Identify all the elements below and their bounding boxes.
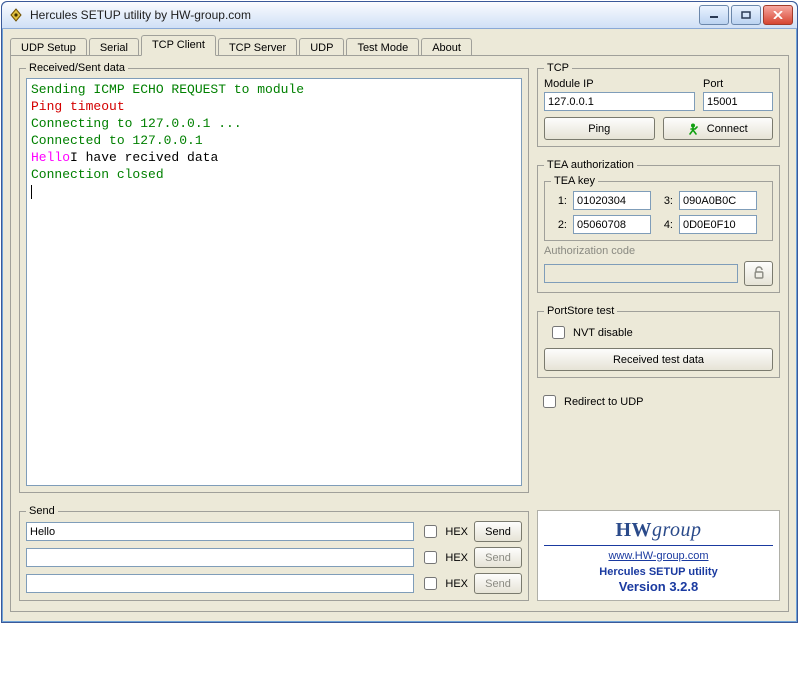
auth-lock-button[interactable] (744, 261, 773, 286)
tab-tcp-client[interactable]: TCP Client (141, 35, 216, 56)
tea-k3-input[interactable] (679, 191, 757, 210)
redirect-udp-checkbox[interactable]: Redirect to UDP (539, 392, 643, 411)
tcp-group: TCP Module IP Port Pi (537, 62, 780, 147)
tcp-legend: TCP (544, 62, 572, 74)
send-hex-checkbox-3[interactable]: HEX (420, 574, 468, 593)
app-window: Hercules SETUP utility by HW-group.com U… (1, 1, 798, 623)
send-group: Send HEX Send HEX Send HEX Send (19, 505, 529, 601)
tea-k3-label: 3: (657, 195, 673, 207)
send-input-2[interactable] (26, 548, 414, 567)
module-ip-label: Module IP (544, 78, 695, 90)
send-hex-checkbox-1[interactable]: HEX (420, 522, 468, 541)
tea-legend: TEA authorization (544, 159, 637, 171)
send-button-3: Send (474, 573, 522, 594)
brand-panel[interactable]: HWgroup www.HW-group.com Hercules SETUP … (537, 510, 780, 601)
tea-k4-label: 4: (657, 219, 673, 231)
terminal-output[interactable]: Sending ICMP ECHO REQUEST to modulePing … (26, 78, 522, 486)
tea-key-group: TEA key 1: 3: 2: 4: (544, 175, 773, 241)
send-row: HEX Send (26, 573, 522, 594)
brand-url[interactable]: www.HW-group.com (544, 549, 773, 563)
send-row: HEX Send (26, 521, 522, 542)
send-input-1[interactable] (26, 522, 414, 541)
close-button[interactable] (763, 5, 793, 25)
send-hex-input-1[interactable] (424, 525, 437, 538)
portstore-group: PortStore test NVT disable Received test… (537, 305, 780, 378)
received-group: Received/Sent data Sending ICMP ECHO REQ… (19, 62, 529, 493)
redirect-udp-input[interactable] (543, 395, 556, 408)
auth-code-label: Authorization code (544, 245, 635, 257)
send-legend: Send (26, 505, 58, 517)
nvt-disable-input[interactable] (552, 326, 565, 339)
send-input-3[interactable] (26, 574, 414, 593)
window-title: Hercules SETUP utility by HW-group.com (30, 8, 699, 22)
tea-k2-label: 2: (551, 219, 567, 231)
tab-content: Received/Sent data Sending ICMP ECHO REQ… (10, 55, 789, 612)
received-legend: Received/Sent data (26, 62, 128, 74)
send-hex-checkbox-2[interactable]: HEX (420, 548, 468, 567)
app-icon (8, 7, 24, 23)
brand-logo: HWgroup (544, 517, 773, 543)
send-row: HEX Send (26, 547, 522, 568)
send-hex-input-3[interactable] (424, 577, 437, 590)
send-button-1[interactable]: Send (474, 521, 522, 542)
tea-key-legend: TEA key (551, 175, 598, 187)
port-input[interactable] (703, 92, 773, 111)
port-label: Port (703, 78, 773, 90)
connect-button[interactable]: Connect (663, 117, 774, 140)
portstore-legend: PortStore test (544, 305, 617, 317)
brand-version: Version 3.2.8 (544, 579, 773, 596)
tea-k1-input[interactable] (573, 191, 651, 210)
module-ip-input[interactable] (544, 92, 695, 111)
auth-code-input (544, 264, 738, 283)
received-test-data-button[interactable]: Received test data (544, 348, 773, 371)
tea-k1-label: 1: (551, 195, 567, 207)
ping-button[interactable]: Ping (544, 117, 655, 140)
tea-group: TEA authorization TEA key 1: 3: 2: 4: (537, 159, 780, 293)
minimize-button[interactable] (699, 5, 729, 25)
nvt-disable-checkbox[interactable]: NVT disable (548, 323, 633, 342)
tea-k2-input[interactable] (573, 215, 651, 234)
brand-product: Hercules SETUP utility (544, 565, 773, 579)
send-button-2: Send (474, 547, 522, 568)
titlebar[interactable]: Hercules SETUP utility by HW-group.com (2, 2, 797, 29)
maximize-button[interactable] (731, 5, 761, 25)
tea-k4-input[interactable] (679, 215, 757, 234)
send-hex-input-2[interactable] (424, 551, 437, 564)
lock-icon (753, 266, 765, 282)
connect-icon (688, 122, 702, 136)
tab-bar: UDP SetupSerialTCP ClientTCP ServerUDPTe… (10, 35, 789, 56)
